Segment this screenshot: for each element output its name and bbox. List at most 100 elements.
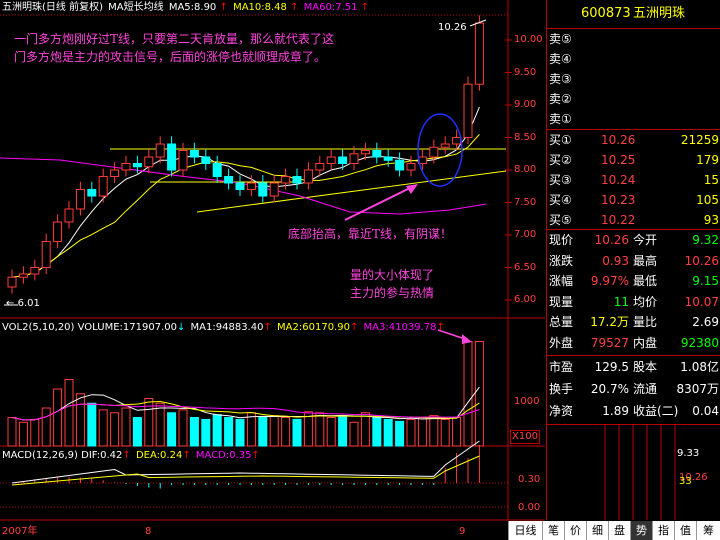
price-axis-label: 8.00 <box>514 164 537 175</box>
quote-title: 600873 五洲明珠 <box>547 3 720 25</box>
volume-bar <box>349 421 359 447</box>
quote-stat-row: 涨幅 9.97% 最低 9.15 <box>547 271 720 292</box>
stat-value: 1.08亿 <box>680 360 719 374</box>
candle-body <box>326 156 336 164</box>
stat-label: 换手 <box>549 382 574 396</box>
sell-label: 卖⑤ <box>549 32 572 46</box>
stat-value: 10.26 <box>684 253 719 268</box>
buy-order-row[interactable]: 买③ 10.24 15 <box>547 170 720 191</box>
stock-name-panel: 五洲明珠 <box>633 6 686 21</box>
tab-8[interactable]: 筹 <box>696 521 720 540</box>
vol-ma3: MA3:41039.78 <box>363 322 437 333</box>
ma10-value: MA10:8.48 <box>233 2 287 13</box>
stat-label: 收益(二) <box>633 404 679 418</box>
volume-title: VOL2(5,10,20) <box>2 322 75 333</box>
stat-value: 9.97% <box>590 274 629 288</box>
candle-body <box>372 150 382 158</box>
volume-bar <box>383 418 393 447</box>
volume-bar <box>121 407 131 447</box>
tab-3[interactable]: 细 <box>586 521 608 540</box>
candle-body <box>269 182 279 197</box>
sell-order-row[interactable]: 卖② <box>547 89 720 110</box>
candle-body <box>53 221 63 242</box>
annotation-line: 门多方炮是主力的攻击信号，后面的涨停也就顺理成章了。 <box>14 50 327 64</box>
candle-body <box>463 83 473 138</box>
up-arrow-icon: ↑ <box>122 450 131 461</box>
tab-7[interactable]: 值 <box>674 521 696 540</box>
macd-header: MACD(12,26,9) DIF:0.42↑ DEA:0.24↑ MACD:0… <box>2 450 260 462</box>
tab-1[interactable]: 笔 <box>542 521 564 540</box>
sell-order-row[interactable]: 卖③ <box>547 69 720 90</box>
volume-bar <box>18 421 28 447</box>
tab-2[interactable]: 价 <box>564 521 586 540</box>
candle-body <box>110 169 120 177</box>
volume-bar <box>406 418 416 447</box>
tab-5[interactable]: 势 <box>630 521 652 540</box>
price-axis-label: 7.00 <box>514 229 537 240</box>
tab-0[interactable]: 日线 <box>508 521 542 540</box>
volume-bar <box>372 417 382 447</box>
macd-axis-zero: 0.00 <box>518 502 541 513</box>
volume-bar <box>64 379 74 447</box>
stat-label: 内盘 <box>633 335 658 350</box>
volume-bar <box>235 418 245 447</box>
quote-stat-row: 现价 10.26 今开 9.32 <box>547 230 720 251</box>
volume-unit: X100 <box>510 430 540 444</box>
tab-6[interactable]: 指 <box>652 521 674 540</box>
stat-value: 17.2万 <box>590 315 629 329</box>
sell-order-row[interactable]: 卖① <box>547 109 720 130</box>
volume-bar <box>338 415 348 447</box>
volume-bar <box>463 341 473 447</box>
candle-body <box>7 276 17 288</box>
sell-order-row[interactable]: 卖④ <box>547 49 720 70</box>
price-axis-label: 6.00 <box>514 294 537 305</box>
stat-value: 10.26 <box>594 233 629 247</box>
buy-order-row[interactable]: 买④ 10.23 105 <box>547 190 720 211</box>
buy-price: 10.22 <box>601 213 636 227</box>
candle-body <box>281 176 291 184</box>
date-mark: 9 <box>459 526 466 537</box>
chart-mode: (日线 前复权) <box>42 2 103 13</box>
chart-area[interactable]: 五洲明珠(日线 前复权) MA短长均线 MA5:8.90 ↑ MA10:8.48… <box>0 0 545 540</box>
sell-order-row[interactable]: 卖⑤ <box>547 29 720 50</box>
macd-dea: DEA:0.24 <box>135 450 183 461</box>
volume-bar <box>155 402 165 447</box>
low-value: 6.01 <box>17 298 40 309</box>
buy-label: 买② <box>549 153 572 167</box>
annotation-line: 量的大小体现了 <box>350 268 435 282</box>
bottom-annotation: 底部抬高，靠近T线，有阴谋！ <box>288 227 453 241</box>
stat-label: 量比 <box>633 315 658 329</box>
date-year: 2007年 <box>2 526 38 537</box>
bottom-tab-bar: 日线笔价细盘势指值筹 <box>508 521 720 540</box>
stat-label: 均价 <box>633 294 658 309</box>
candle-body <box>155 143 165 158</box>
buy-label: 买③ <box>549 173 572 187</box>
candle-body <box>178 150 188 171</box>
buy-order-row[interactable]: 买⑤ 10.22 93 <box>547 210 720 231</box>
candle-body <box>360 150 370 155</box>
up-arrow-icon: ↑ <box>360 2 370 13</box>
volume-bar <box>315 412 325 447</box>
candle-body <box>167 143 177 171</box>
buy-order-row[interactable]: 买② 10.25 179 <box>547 150 720 171</box>
candle-body <box>64 208 74 223</box>
annotation-line: 主力的参与热情 <box>350 286 435 300</box>
candle-body <box>41 241 51 268</box>
volume-bar <box>7 417 17 447</box>
candle-body <box>201 156 211 164</box>
up-arrow-icon: ↑ <box>436 322 445 333</box>
buy-order-row[interactable]: 买① 10.26 21259 <box>547 130 720 151</box>
candle-body <box>440 143 450 148</box>
candle-body <box>383 156 393 161</box>
volume-bar <box>292 418 302 447</box>
up-arrow-icon: ↑ <box>251 450 260 461</box>
stat-label: 净资 <box>549 404 574 418</box>
candle-body <box>452 137 462 145</box>
buy-label: 买④ <box>549 193 572 207</box>
candle-body <box>349 153 359 164</box>
tab-4[interactable]: 盘 <box>608 521 630 540</box>
volume-bar <box>189 417 199 447</box>
candle-body <box>406 163 416 171</box>
volume-bar <box>474 341 484 447</box>
candle-body <box>121 163 131 171</box>
